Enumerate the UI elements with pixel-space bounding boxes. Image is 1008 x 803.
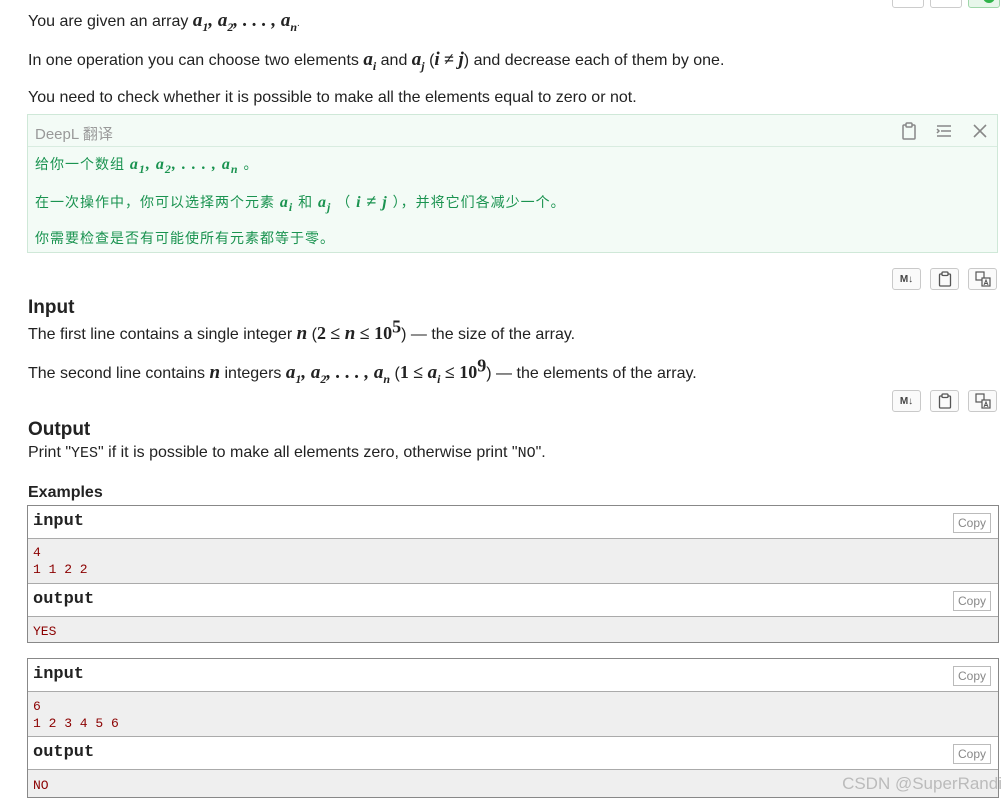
example-output-header: output Copy [28,737,998,770]
example-output-text[interactable]: NO [33,777,49,794]
deepl-text: 和 [298,194,314,210]
translate-button[interactable] [968,268,997,290]
example-output-body: YES [28,617,998,642]
examples-title: Examples [28,484,103,501]
watermark: CSDN @SuperRandi [842,774,1002,793]
clipboard-icon[interactable] [899,121,919,141]
input-text: — the elements of the array. [496,365,697,382]
input-line-2: The second line contains n integers a1, … [28,355,697,386]
copy-output-button[interactable]: Copy [953,591,991,611]
copy-button[interactable] [930,390,959,412]
list-icon[interactable] [934,121,954,141]
deepl-text: 在一次操作中，你可以选择两个元素 [35,194,275,210]
example-input-header: input Copy [28,506,998,539]
math-ai: ai [363,49,377,73]
no-code: NO [517,445,536,462]
input-section-title: Input [28,297,75,318]
translate-button[interactable] [968,390,997,412]
deepl-translation-box: DeepL 翻译 给你一个数组 a1, a2, . . . , an 。 在一次… [27,114,998,253]
deepl-header: DeepL 翻译 [28,115,997,147]
output-text: " if it is possible to make all elements… [98,444,518,461]
math-n-range: (2 ≤ n ≤ 105) [311,316,407,344]
math-n: n [296,323,308,344]
toolbar-button-md-top[interactable] [892,0,924,8]
input-text: — the size of the array. [410,326,576,343]
math-aj: aj [411,49,425,73]
input-text: The second line contains [28,365,205,382]
example-output-label: output [33,590,95,609]
status-dot-icon [983,0,995,3]
input-text: The first line contains a single integer [28,326,293,343]
example-input-text[interactable]: 6 1 2 3 4 5 6 [33,698,119,732]
statement-text: You are given an array [28,13,189,30]
statement-text: and [380,52,408,69]
example-output-text[interactable]: YES [33,623,56,640]
toolbar-button-copy-top[interactable] [930,0,962,8]
output-line: Print "YES" if it is possible to make al… [28,443,546,464]
deepl-text: 给你一个数组 [35,156,125,172]
statement-line-3: You need to check whether it is possible… [28,89,637,106]
copy-output-button[interactable]: Copy [953,744,991,764]
clipboard-icon [938,271,951,287]
yes-code: YES [71,445,99,462]
input-text: integers [224,365,282,382]
markdown-label: M↓ [899,273,914,285]
statement-line-1: You are given an array a1, a2, . . . , a… [28,10,300,34]
math-condition: (i ≠ j) [429,49,470,70]
example-1: input Copy 4 1 1 2 2 output Copy YES [27,505,999,643]
example-input-label: input [33,665,85,684]
math-array: a1, a2, . . . , an [192,10,298,34]
deepl-text: ，并将它们各减少一个。 [400,194,566,210]
markdown-button[interactable]: M↓ [892,390,921,412]
math-array: a1, a2, . . . , an [285,362,391,386]
close-icon[interactable] [970,121,990,141]
copy-input-button[interactable]: Copy [953,513,991,533]
toolbar-button-translate-top[interactable] [968,0,1000,8]
copy-input-button[interactable]: Copy [953,666,991,686]
deepl-line-1: 给你一个数组 a1, a2, . . . , an 。 [35,156,259,177]
statement-text: In one operation you can choose two elem… [28,52,359,69]
example-output-header: output Copy [28,584,998,617]
example-input-header: input Copy [28,659,998,692]
example-output-label: output [33,743,95,762]
markdown-button[interactable]: M↓ [892,268,921,290]
statement-text: and decrease each of them by one. [473,52,725,69]
input-line-1: The first line contains a single integer… [28,316,576,345]
copy-button[interactable] [930,268,959,290]
deepl-title: DeepL 翻译 [35,126,113,143]
math-n: n [209,362,221,383]
example-input-text[interactable]: 4 1 1 2 2 [33,544,88,578]
output-text: Print " [28,444,72,461]
translate-icon [974,271,991,287]
example-input-body: 6 1 2 3 4 5 6 [28,692,998,737]
output-section-title: Output [28,419,91,440]
example-input-body: 4 1 1 2 2 [28,539,998,584]
output-text: ". [535,444,546,461]
math-aj: aj [318,194,332,215]
math-ai-range: (1 ≤ ai ≤ 109) [394,355,492,386]
markdown-label: M↓ [899,395,914,407]
clipboard-icon [938,393,951,409]
deepl-line-3: 你需要检查是否有可能使所有元素都等于零。 [35,230,335,246]
translate-icon [974,393,991,409]
statement-line-2: In one operation you can choose two elem… [28,49,725,73]
math-ai: ai [279,194,294,215]
example-input-label: input [33,512,85,531]
deepl-line-2: 在一次操作中，你可以选择两个元素 ai 和 aj （ i ≠ j ），并将它们各… [35,191,566,215]
math-array: a1, a2, . . . , an [129,156,239,177]
